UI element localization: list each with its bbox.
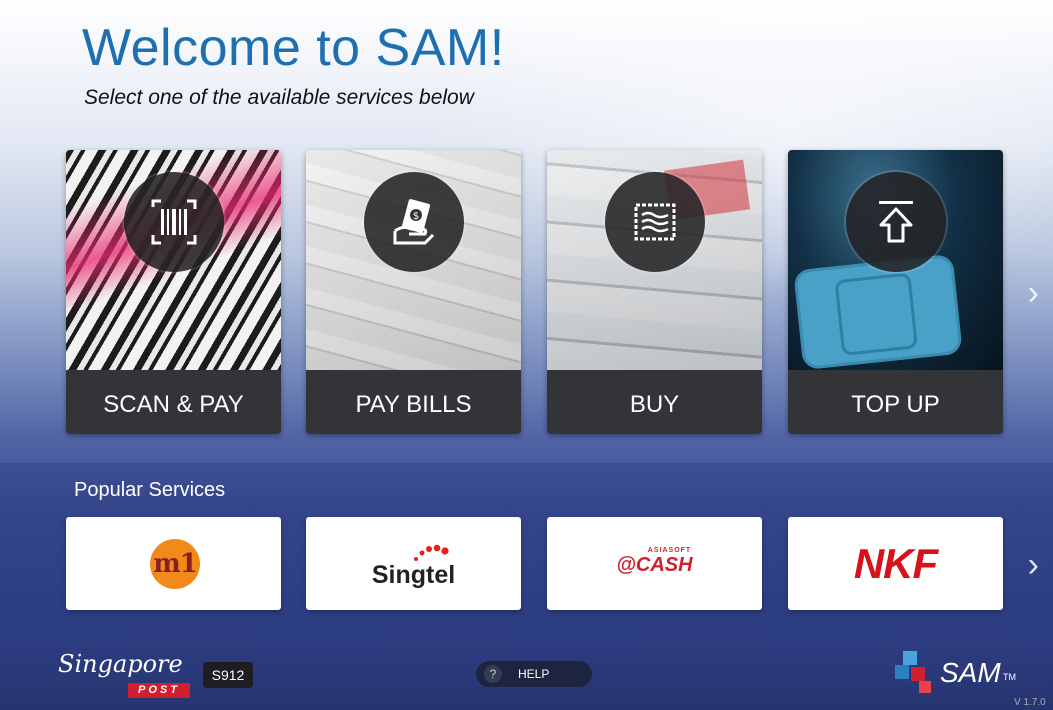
service-tile-buy[interactable]: BUY (547, 150, 762, 434)
service-label: TOP UP (788, 370, 1003, 434)
service-label: SCAN & PAY (66, 370, 281, 434)
popular-service-m1[interactable]: m1 (66, 517, 281, 610)
service-tile-pay-bills[interactable]: $ PAY BILLS (306, 150, 521, 434)
popular-services-label: Popular Services (74, 479, 226, 501)
singtel-logo: Singtel (371, 561, 456, 589)
nkf-logo: NKF (853, 540, 938, 587)
ecash-small-text: ASIASOFT (647, 547, 692, 554)
bill-payment-icon: $ (364, 172, 464, 272)
popular-service-nkf[interactable]: NKF (788, 517, 1003, 610)
terminal-code: S912 (203, 662, 253, 688)
sam-trademark: TM (1003, 672, 1016, 682)
help-button[interactable]: ? HELP (476, 661, 592, 687)
popular-service-asiasoft-cash[interactable]: ASIASOFT @CASH (547, 517, 762, 610)
popular-service-singtel[interactable]: Singtel (306, 517, 521, 610)
m1-logo: m1 (150, 539, 200, 589)
sam-logo-icon (895, 651, 931, 693)
services-next-arrow[interactable]: › (1028, 276, 1039, 310)
help-icon: ? (484, 665, 502, 683)
popular-next-arrow[interactable]: › (1028, 548, 1039, 582)
upload-arrow-icon (846, 172, 946, 272)
sim-chip (793, 253, 963, 371)
page-subtitle: Select one of the available services bel… (84, 86, 474, 109)
singapore-post-tag: POST (128, 683, 190, 698)
sam-logo-text: SAM (940, 657, 1001, 688)
barcode-icon (124, 172, 224, 272)
help-label: HELP (518, 667, 550, 681)
page-title: Welcome to SAM! (82, 19, 505, 77)
service-label: BUY (547, 370, 762, 434)
singapore-post-logo: Singapore (58, 650, 183, 678)
svg-text:$: $ (413, 211, 419, 222)
version-label: V 1.7.0 (1014, 697, 1046, 708)
ecash-logo: ASIASOFT @CASH (547, 547, 762, 577)
singtel-dots-logo (414, 544, 449, 561)
service-tile-scan-pay[interactable]: SCAN & PAY (66, 150, 281, 434)
service-tile-top-up[interactable]: TOP UP (788, 150, 1003, 434)
service-label: PAY BILLS (306, 370, 521, 434)
stamp-icon (605, 172, 705, 272)
ecash-text: @CASH (616, 554, 693, 576)
